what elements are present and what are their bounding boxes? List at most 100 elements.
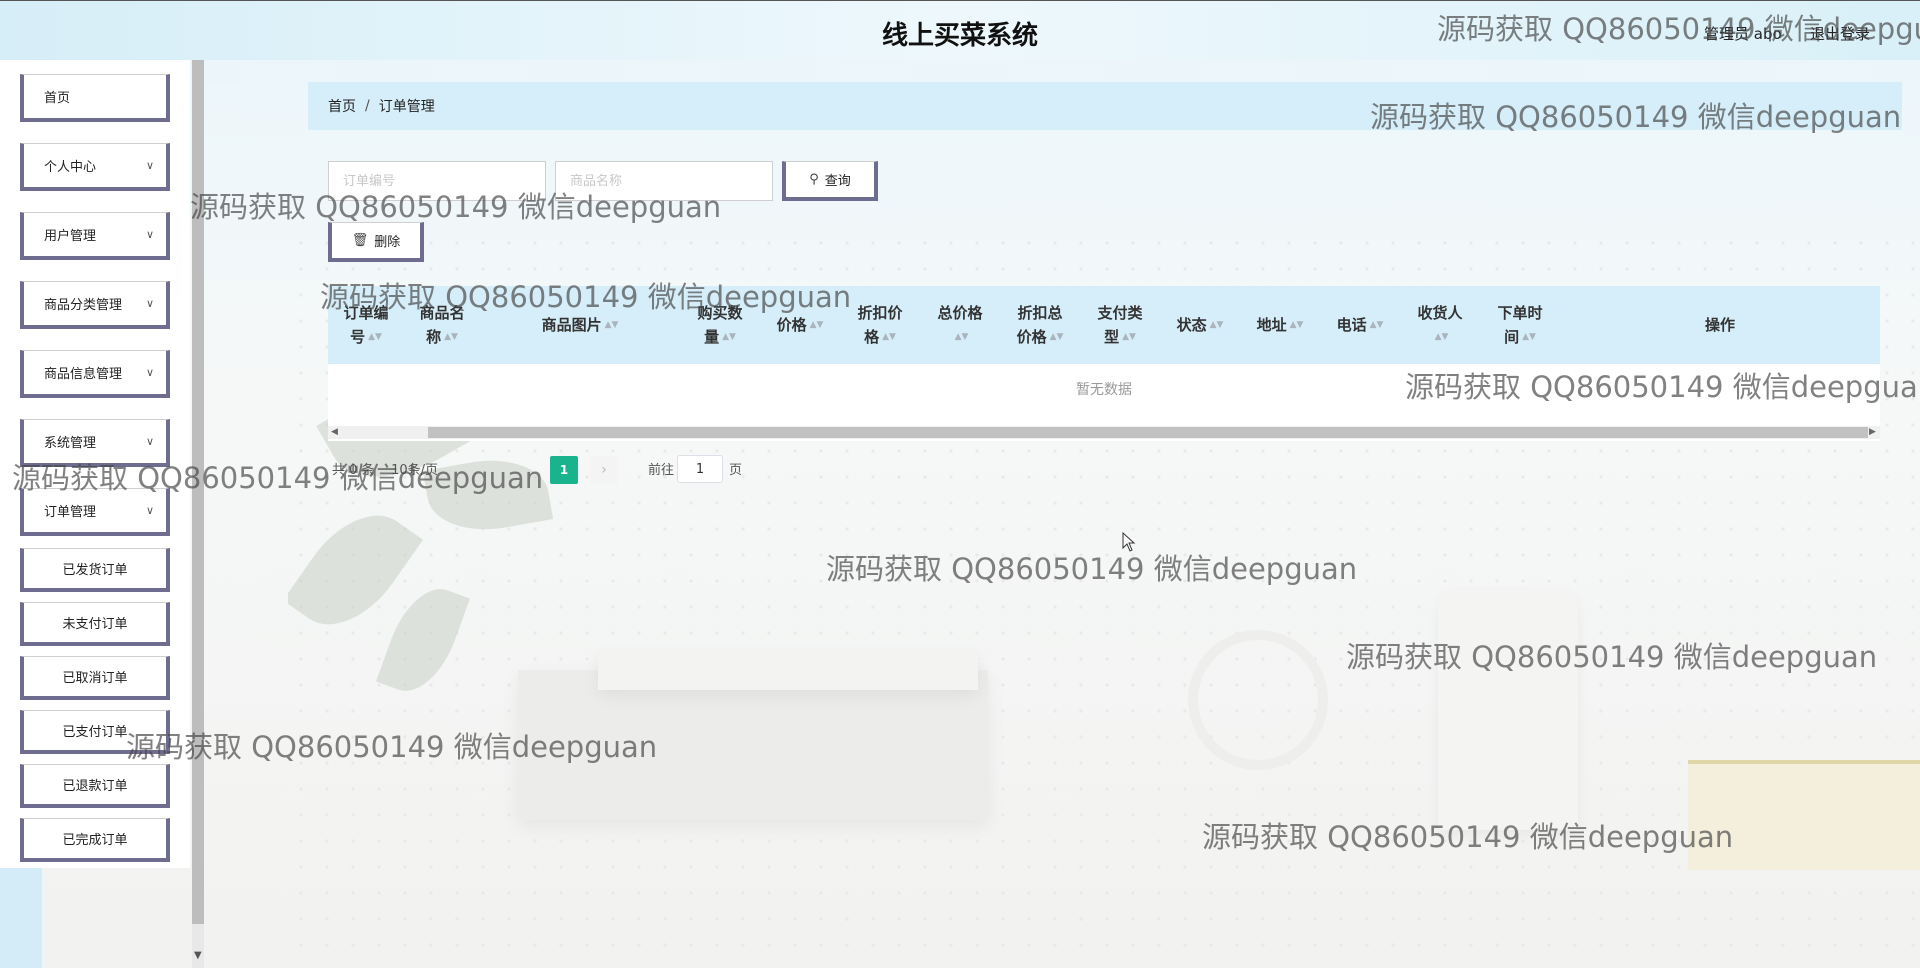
sidebar-item-user-management[interactable]: 用户管理 ∨ <box>20 212 170 260</box>
delete-button[interactable]: 🗑 删除 <box>328 222 424 262</box>
breadcrumb: 首页 / 订单管理 <box>308 82 1902 130</box>
table-header: 订单编号 ▲▼ 商品名称 ▲▼ 商品图片 ▲▼ 购买数量 ▲▼ 价格 ▲▼ 折扣价格 ▲▼ … <box>328 286 1880 364</box>
platform-decoration <box>598 650 978 690</box>
top-header: 线上买菜系统 管理员 abo 退出登录 <box>0 0 1920 60</box>
sort-icon[interactable]: ▲▼ <box>955 332 969 342</box>
sidebar-subitem-cancelled[interactable]: 已取消订单 <box>20 656 170 700</box>
column-header-address[interactable]: 地址 ▲▼ <box>1240 286 1320 364</box>
sidebar-item-category-management[interactable]: 商品分类管理 ∨ <box>20 281 170 329</box>
column-header-price[interactable]: 价格 ▲▼ <box>760 286 840 364</box>
sidebar-subitem-unpaid[interactable]: 未支付订单 <box>20 602 170 646</box>
sidebar-item-personal-center[interactable]: 个人中心 ∨ <box>20 143 170 191</box>
sidebar-item-label: 首页 <box>44 91 71 106</box>
column-header-payment-type[interactable]: 支付类型 ▲▼ <box>1080 286 1160 364</box>
user-label: 管理员 abo <box>1704 25 1782 43</box>
chevron-down-icon: ∨ <box>145 435 154 448</box>
breadcrumb-home[interactable]: 首页 <box>328 96 356 116</box>
column-header-total-price[interactable]: 总价格 ▲▼ <box>920 286 1000 364</box>
column-header-order-no[interactable]: 订单编号 ▲▼ <box>328 286 404 364</box>
sort-icon[interactable]: ▲▼ <box>1435 332 1449 342</box>
column-header-product-image[interactable]: 商品图片 ▲▼ <box>480 286 680 364</box>
sidebar-item-home[interactable]: 首页 <box>20 74 170 122</box>
table-hscrollbar-thumb[interactable] <box>428 427 1868 438</box>
scroll-down-arrow-icon[interactable]: ▼ <box>194 950 202 961</box>
sidebar-subitem-refunded[interactable]: 已退款订单 <box>20 764 170 808</box>
order-number-input[interactable] <box>328 161 546 201</box>
pagination-goto-suffix: 页 <box>729 463 743 478</box>
pagination-current-page[interactable]: 1 <box>550 456 578 484</box>
sort-icon[interactable]: ▲▼ <box>882 332 896 342</box>
chevron-down-icon: ∨ <box>145 297 154 310</box>
chevron-down-icon: ∨ <box>145 228 154 241</box>
platform-decoration <box>518 670 988 820</box>
pagination-total: 共 0 条 10条/页 <box>332 463 439 478</box>
app-title: 线上买菜系统 <box>881 21 1038 51</box>
table-empty-text: 暂无数据 <box>1076 382 1132 398</box>
column-header-receiver[interactable]: 收货人 ▲▼ <box>1400 286 1480 364</box>
ring-decoration <box>1188 630 1328 770</box>
table-hscrollbar-track[interactable]: ◀ ▶ <box>328 426 1880 439</box>
query-button[interactable]: ⚲ 查询 <box>782 161 878 201</box>
block-decoration <box>1688 760 1920 870</box>
sidebar-subitem-label: 已完成订单 <box>62 833 128 848</box>
sort-icon[interactable]: ▲▼ <box>1122 332 1136 342</box>
breadcrumb-current: 订单管理 <box>378 99 435 115</box>
delete-button-label: 删除 <box>374 235 401 250</box>
column-header-phone[interactable]: 电话 ▲▼ <box>1320 286 1400 364</box>
sidebar-item-label: 用户管理 <box>44 229 97 244</box>
column-header-product-name[interactable]: 商品名称 ▲▼ <box>404 286 480 364</box>
query-button-label: 查询 <box>824 174 851 189</box>
chevron-down-icon: ∨ <box>145 159 154 172</box>
sidebar-subitem-label: 已发货订单 <box>62 563 128 578</box>
sort-icon[interactable]: ▲▼ <box>722 332 736 342</box>
sort-icon[interactable]: ▲▼ <box>1370 320 1384 330</box>
sidebar-item-label: 订单管理 <box>44 505 97 520</box>
sidebar-scrollbar-thumb[interactable] <box>192 60 204 924</box>
sidebar-item-system-management[interactable]: 系统管理 ∨ <box>20 419 170 467</box>
sort-icon[interactable]: ▲▼ <box>1050 332 1064 342</box>
column-header-order-time[interactable]: 下单时间 ▲▼ <box>1480 286 1560 364</box>
column-header-actions: 操作 <box>1704 316 1735 334</box>
sidebar-subitem-paid[interactable]: 已支付订单 <box>20 710 170 754</box>
logout-button[interactable]: 退出登录 <box>1810 23 1870 44</box>
search-icon: ⚲ <box>809 172 819 187</box>
cylinder-decoration <box>1438 590 1578 830</box>
sidebar-item-order-management[interactable]: 订单管理 ∨ <box>20 488 170 536</box>
column-header-discount-price[interactable]: 折扣价格 ▲▼ <box>840 286 920 364</box>
sort-icon[interactable]: ▲▼ <box>1210 320 1224 330</box>
scroll-right-arrow-icon[interactable]: ▶ <box>1869 426 1876 439</box>
sidebar-subitem-completed[interactable]: 已完成订单 <box>20 818 170 862</box>
sidebar-subitem-label: 已取消订单 <box>62 671 128 686</box>
sidebar-item-label: 个人中心 <box>44 160 97 175</box>
sort-icon[interactable]: ▲▼ <box>368 332 382 342</box>
sort-icon[interactable]: ▲▼ <box>1290 320 1304 330</box>
breadcrumb-separator: / <box>365 98 370 114</box>
sidebar-subitem-label: 未支付订单 <box>62 617 128 632</box>
sidebar-item-label: 商品信息管理 <box>44 367 123 382</box>
pagination-goto-input[interactable] <box>677 455 723 483</box>
column-header-quantity[interactable]: 购买数量 ▲▼ <box>680 286 760 364</box>
sort-icon[interactable]: ▲▼ <box>444 332 458 342</box>
sidebar-item-label: 商品分类管理 <box>44 298 123 313</box>
sidebar-item-product-management[interactable]: 商品信息管理 ∨ <box>20 350 170 398</box>
sidebar-subitem-label: 已退款订单 <box>62 779 128 794</box>
sort-icon[interactable]: ▲▼ <box>1522 332 1536 342</box>
chevron-down-icon: ∨ <box>145 366 154 379</box>
mouse-cursor-icon <box>1122 532 1136 552</box>
column-header-status[interactable]: 状态 ▲▼ <box>1160 286 1240 364</box>
column-header-discount-total[interactable]: 折扣总 价格 ▲▼ <box>1000 286 1080 364</box>
pagination-next-icon[interactable]: › <box>590 456 618 484</box>
sidebar: 首页 个人中心 ∨ 用户管理 ∨ 商品分类管理 ∨ 商品信息管理 ∨ 系统管理 … <box>0 60 190 868</box>
chevron-down-icon: ∨ <box>145 504 154 517</box>
sidebar-subitem-label: 已支付订单 <box>62 725 128 740</box>
sidebar-subitem-shipped[interactable]: 已发货订单 <box>20 548 170 592</box>
product-name-input[interactable] <box>555 161 773 201</box>
scroll-left-arrow-icon[interactable]: ◀ <box>331 426 338 439</box>
sort-icon[interactable]: ▲▼ <box>605 320 619 330</box>
pagination-goto-label: 前往 <box>648 463 675 478</box>
trash-icon: 🗑 <box>351 233 369 248</box>
order-table: 订单编号 ▲▼ 商品名称 ▲▼ 商品图片 ▲▼ 购买数量 ▲▼ 价格 ▲▼ 折扣价格 ▲▼ … <box>328 286 1880 441</box>
pagination-page-size[interactable]: 10条/页 <box>391 463 438 478</box>
sort-icon[interactable]: ▲▼ <box>810 320 824 330</box>
sidebar-item-label: 系统管理 <box>44 436 97 451</box>
